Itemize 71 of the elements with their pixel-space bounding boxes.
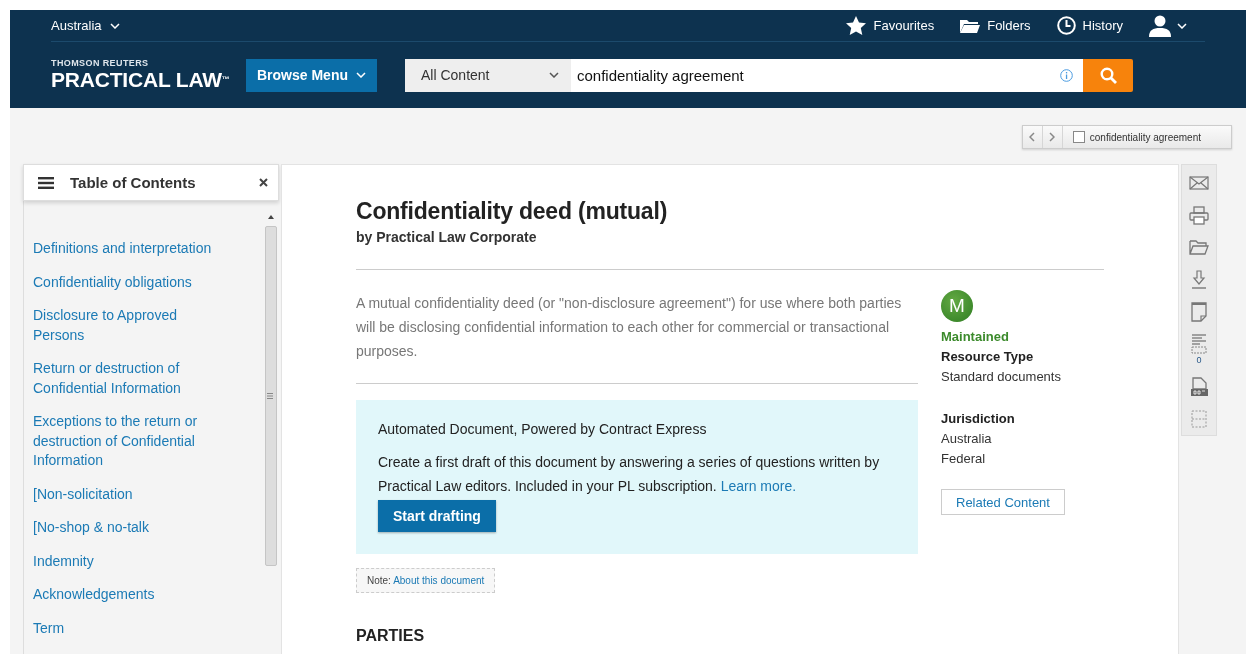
region-selector[interactable]: Australia	[51, 18, 120, 33]
search-button[interactable]	[1083, 58, 1133, 92]
content-scope-dropdown[interactable]: All Content	[405, 58, 571, 92]
download-icon	[1189, 270, 1209, 290]
scroll-up-icon	[268, 215, 274, 219]
toolbar-button[interactable]	[1189, 270, 1209, 290]
doc-file-icon	[1189, 377, 1209, 397]
learn-more-link[interactable]: Learn more.	[720, 478, 797, 494]
search-field[interactable]: confidentiality agreement	[571, 58, 1083, 92]
chevron-down-icon	[549, 72, 559, 78]
toc-link[interactable]: Term	[33, 618, 65, 638]
toc-link[interactable]: [No-shop & no-talk	[33, 518, 149, 538]
automation-description: Create a first draft of this document by answering a series of questions written by Practical Law editors. Included in your PL subscription. Learn more.	[378, 453, 881, 496]
field-value: Australia	[941, 430, 993, 448]
grip-icon	[267, 393, 273, 399]
toolbar-button[interactable]: 0	[1189, 334, 1209, 365]
nav-link[interactable]: Folders	[960, 18, 1031, 33]
status-badge: M	[941, 290, 973, 322]
nav-link[interactable]: Favourites	[846, 16, 935, 35]
author-byline: by Practical Law Corporate	[356, 229, 538, 245]
chevron-right-icon	[1049, 132, 1056, 142]
printer-icon	[1189, 206, 1209, 226]
menu-icon	[38, 176, 54, 189]
document-abstract: A mutual confidentiality deed (or "non-disclosure agreement") for use where both parties will be disclosing confidential information to each other for commercial or transactional purposes.	[356, 294, 903, 361]
about-document-link[interactable]: About this document	[393, 575, 485, 586]
document-title: Confidentiality deed (mutual)	[356, 198, 669, 225]
user-icon	[1149, 14, 1171, 37]
toc-link[interactable]: [Non-solicitation	[33, 484, 133, 504]
nav-link[interactable]: History	[1056, 16, 1123, 35]
browse-menu-button[interactable]: Browse Menu	[246, 58, 377, 92]
start-drafting-button[interactable]: Start drafting	[378, 500, 496, 532]
toc-link[interactable]: Confidentiality obligations	[33, 272, 192, 292]
clock-icon	[1056, 16, 1076, 35]
brand-logo: PRACTICAL LAW™	[51, 68, 231, 92]
brand-tagline: THOMSON REUTERS	[51, 58, 150, 68]
dashed-box-icon	[1189, 409, 1209, 429]
toc-link[interactable]: Return or destruction of Confidential Information	[33, 359, 221, 398]
folder-icon	[960, 18, 981, 33]
info-icon	[1060, 68, 1073, 82]
annotations-icon	[1189, 334, 1209, 354]
checkbox[interactable]	[1072, 131, 1085, 143]
search-term-label: confidentiality agreement	[1089, 131, 1201, 143]
panel-heading: Automated Document, Powered by Contract Express	[378, 420, 708, 439]
toc-link[interactable]: Acknowledgements	[33, 585, 155, 605]
close-icon	[259, 178, 268, 187]
toolbar-button[interactable]	[1189, 377, 1209, 397]
close-button[interactable]	[259, 178, 268, 187]
field-value: Standard documents	[941, 368, 1062, 386]
search-icon	[1099, 66, 1117, 84]
field-label: Resource Type	[941, 348, 1035, 366]
toc-link[interactable]: Disclosure to Approved Persons	[33, 306, 221, 345]
toolbar-button[interactable]	[1189, 238, 1209, 258]
chevron-down-icon	[109, 22, 120, 29]
chevron-left-icon	[1029, 132, 1036, 142]
folder-icon	[1189, 238, 1209, 258]
status-label: Maintained	[941, 328, 1010, 346]
document-note: Note: About this document	[356, 568, 496, 593]
toc-link[interactable]: Indemnity	[33, 551, 94, 571]
star-icon	[846, 16, 867, 35]
related-content-button[interactable]: Related Content	[941, 489, 1065, 515]
field-label: Jurisdiction	[941, 410, 1016, 428]
toc-link[interactable]: Definitions and interpretation	[33, 239, 212, 259]
user-menu-caret-icon	[1177, 22, 1187, 29]
section-heading: PARTIES	[356, 627, 426, 645]
field-value: Federal	[941, 450, 987, 468]
toc-link[interactable]: Exceptions to the return or destruction of Confidential Information	[33, 412, 221, 471]
toolbar-button[interactable]	[1189, 206, 1209, 226]
panel-title: Table of Contents	[70, 174, 197, 191]
toolbar-button[interactable]	[1189, 302, 1209, 322]
note-icon	[1189, 302, 1209, 322]
chevron-down-icon	[356, 72, 366, 78]
